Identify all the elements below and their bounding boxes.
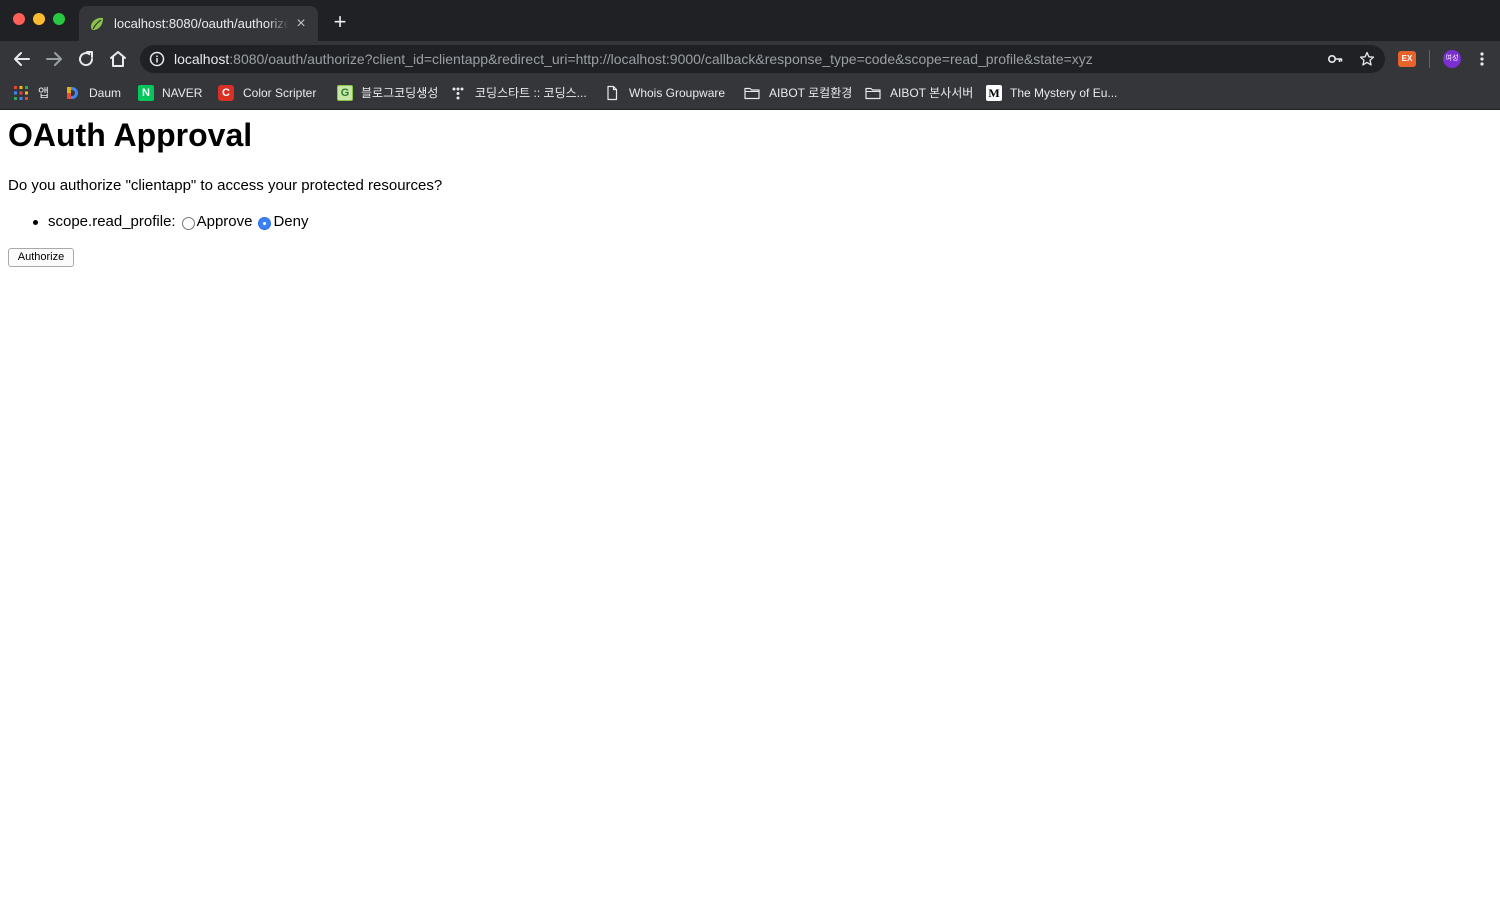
bookmark-label: Daum <box>89 86 122 100</box>
folder-icon <box>865 87 881 100</box>
list-bullet <box>33 219 38 225</box>
apps-grid-icon <box>14 86 28 100</box>
address-bar[interactable]: localhost:8080/oauth/authorize?client_id… <box>140 45 1385 73</box>
authorize-button[interactable]: Authorize <box>8 248 74 267</box>
bookmark-aibot-local[interactable]: AIBOT 로컬환경 <box>744 84 852 102</box>
toolbar-divider <box>1429 50 1430 68</box>
bookmarks-bar: 앱 Daum N NAVER C Color Scripter G 블로그코딩생… <box>0 77 1500 110</box>
bookmark-whois-groupware[interactable]: Whois Groupware <box>604 84 725 102</box>
bookmark-label: 코딩스타트 :: 코딩스... <box>475 86 587 100</box>
new-tab-button[interactable]: + <box>330 11 350 33</box>
tab-close-icon[interactable]: × <box>292 15 310 33</box>
url-host: localhost <box>174 51 230 67</box>
bookmark-apps[interactable]: 앱 <box>13 84 49 102</box>
key-icon[interactable] <box>1327 51 1343 67</box>
bookmark-blog-coding[interactable]: G 블로그코딩생성 <box>337 84 438 102</box>
bookmark-coding-start[interactable]: 코딩스타트 :: 코딩스... <box>450 84 587 102</box>
home-icon[interactable] <box>106 47 130 71</box>
g-icon: G <box>337 85 353 101</box>
naver-icon: N <box>138 85 154 101</box>
medium-icon: M <box>986 85 1002 101</box>
scope-item: scope.read_profile: Approve Deny <box>33 212 309 232</box>
bookmark-color-scripter[interactable]: C Color Scripter <box>218 84 316 102</box>
back-icon[interactable] <box>10 47 34 71</box>
daum-icon <box>67 87 78 99</box>
bookmark-daum[interactable]: Daum <box>64 84 121 102</box>
extension-icon[interactable]: EX <box>1398 51 1416 67</box>
profile-avatar[interactable]: 여성 <box>1443 50 1461 68</box>
url-text[interactable]: localhost:8080/oauth/authorize?client_id… <box>174 51 1093 67</box>
bookmark-naver[interactable]: N NAVER <box>138 84 202 102</box>
deny-label[interactable]: Deny <box>273 213 308 231</box>
bookmark-label: Color Scripter <box>243 86 317 100</box>
page-content: OAuth Approval Do you authorize "clienta… <box>0 110 1500 921</box>
bookmark-label: Whois Groupware <box>629 86 726 100</box>
minimize-window-button[interactable] <box>33 13 45 25</box>
page-title: OAuth Approval <box>8 117 253 153</box>
bookmark-label: AIBOT 본사서버 <box>890 86 974 100</box>
bookmark-label: 앱 <box>38 86 50 100</box>
info-icon[interactable] <box>149 51 165 67</box>
authorization-prompt: Do you authorize "clientapp" to access y… <box>8 177 443 194</box>
folder-icon <box>744 87 760 100</box>
approve-label[interactable]: Approve <box>197 213 253 231</box>
bookmark-mystery[interactable]: M The Mystery of Eu... <box>986 84 1117 102</box>
menu-icon[interactable] <box>1478 51 1486 67</box>
forward-icon[interactable] <box>42 47 66 71</box>
spring-leaf-icon <box>91 17 103 30</box>
tab-title: localhost:8080/oauth/authorize?client_id… <box>114 16 289 32</box>
url-path: :8080/oauth/authorize?client_id=clientap… <box>229 51 1093 67</box>
tab-strip: localhost:8080/oauth/authorize?client_id… <box>0 0 1500 41</box>
reload-icon[interactable] <box>74 47 98 71</box>
close-window-button[interactable] <box>13 13 25 25</box>
bookmark-label: 블로그코딩생성 <box>361 86 439 100</box>
maximize-window-button[interactable] <box>53 13 65 25</box>
tistory-icon <box>452 87 464 100</box>
bookmark-label: The Mystery of Eu... <box>1010 86 1118 100</box>
color-scripter-icon: C <box>218 85 234 101</box>
active-tab[interactable]: localhost:8080/oauth/authorize?client_id… <box>79 6 318 41</box>
page-icon <box>607 85 618 101</box>
star-icon[interactable] <box>1359 51 1375 67</box>
bookmark-aibot-server[interactable]: AIBOT 본사서버 <box>865 84 973 102</box>
approve-radio[interactable] <box>181 216 195 230</box>
browser-toolbar: localhost:8080/oauth/authorize?client_id… <box>0 41 1500 77</box>
deny-radio[interactable] <box>258 216 272 230</box>
bookmark-label: NAVER <box>162 86 203 100</box>
scope-name: scope.read_profile: <box>48 213 176 230</box>
bookmark-label: AIBOT 로컬환경 <box>769 86 853 100</box>
